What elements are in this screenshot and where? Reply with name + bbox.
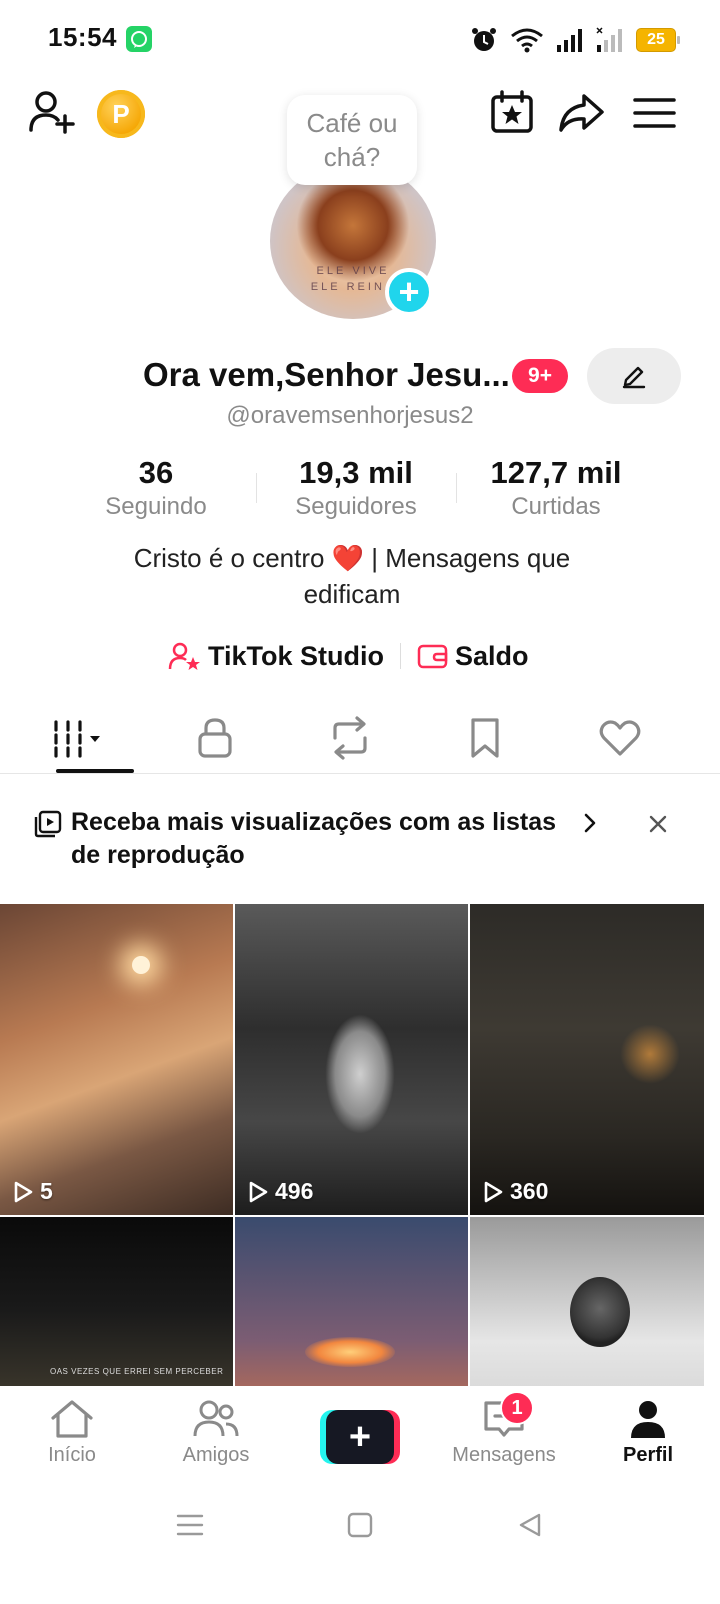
wifi-icon bbox=[511, 28, 543, 53]
signal-icon bbox=[557, 29, 582, 52]
creator-star-icon bbox=[168, 642, 200, 670]
divider bbox=[0, 773, 720, 774]
lock-icon bbox=[198, 718, 232, 758]
notification-badge[interactable]: 9+ bbox=[512, 359, 568, 393]
playlist-banner-text[interactable]: Receba mais visualizações com as listas … bbox=[71, 806, 581, 872]
friends-icon bbox=[193, 1400, 239, 1437]
profile-name: Ora vem,Senhor Jesu... bbox=[143, 356, 510, 393]
add-friend-icon[interactable] bbox=[28, 88, 78, 138]
edit-profile-button[interactable] bbox=[587, 348, 681, 404]
share-icon[interactable] bbox=[556, 88, 606, 138]
tab-liked[interactable] bbox=[570, 710, 670, 766]
menu-icon[interactable] bbox=[630, 88, 680, 138]
status-icons: 25 bbox=[470, 22, 680, 58]
calendar-star-icon[interactable] bbox=[488, 88, 538, 138]
create-button[interactable]: + bbox=[320, 1410, 400, 1464]
tab-videos[interactable] bbox=[30, 710, 130, 766]
play-icon bbox=[14, 1181, 33, 1202]
plus-icon: + bbox=[326, 1410, 394, 1464]
nav-friends[interactable]: Amigos bbox=[144, 1386, 288, 1486]
note-bubble[interactable]: Café ou chá? bbox=[287, 95, 417, 185]
tab-private[interactable] bbox=[165, 710, 265, 766]
recent-apps-icon[interactable] bbox=[175, 1511, 205, 1539]
play-icon bbox=[484, 1181, 503, 1202]
video-tile[interactable]: 5 bbox=[0, 904, 233, 1215]
stat-followers[interactable]: 19,3 mil Seguidores bbox=[256, 455, 456, 525]
signal-icon-2 bbox=[596, 27, 622, 52]
bottom-nav: Início Amigos + Mensagens Perfil bbox=[0, 1386, 720, 1486]
stat-likes[interactable]: 127,7 mil Curtidas bbox=[456, 455, 656, 525]
stat-following[interactable]: 36 Seguindo bbox=[56, 455, 256, 525]
video-tile[interactable] bbox=[470, 1217, 704, 1386]
username: @oravemsenhorjesus2 bbox=[226, 402, 474, 429]
add-avatar-button[interactable]: + bbox=[385, 268, 433, 316]
nav-profile[interactable]: Perfil bbox=[576, 1386, 720, 1486]
repost-icon bbox=[333, 716, 367, 760]
close-icon[interactable] bbox=[644, 810, 672, 838]
alarm-icon bbox=[472, 28, 496, 51]
pencil-icon bbox=[622, 366, 646, 389]
heart-icon bbox=[599, 720, 641, 756]
play-icon bbox=[249, 1181, 268, 1202]
video-tile[interactable] bbox=[235, 1217, 468, 1386]
wallet-icon bbox=[417, 644, 448, 669]
whatsapp-icon bbox=[126, 26, 152, 52]
video-tile[interactable]: 496 bbox=[235, 904, 468, 1215]
profile-icon bbox=[631, 1401, 665, 1438]
system-nav bbox=[0, 1490, 720, 1560]
balance-link[interactable]: Saldo bbox=[417, 641, 529, 672]
view-count: 496 bbox=[247, 1178, 313, 1205]
coin-icon[interactable]: P bbox=[97, 90, 145, 138]
profile-links: TikTok Studio Saldo bbox=[168, 636, 529, 676]
back-icon[interactable] bbox=[515, 1511, 545, 1539]
home-icon bbox=[51, 1400, 93, 1438]
battery-icon: 25 bbox=[636, 28, 680, 52]
tab-favorites[interactable] bbox=[435, 710, 535, 766]
videos-grid-icon bbox=[54, 720, 100, 758]
view-count: 360 bbox=[482, 1178, 548, 1205]
video-grid: 5 496 360 OAS VEZES QUE ERREI SEM PERCEB… bbox=[0, 904, 704, 1386]
tiktok-studio-link[interactable]: TikTok Studio bbox=[168, 641, 384, 672]
name-row: Ora vem,Senhor Jesu... 9+ bbox=[0, 348, 720, 404]
tab-reposts[interactable] bbox=[300, 710, 400, 766]
bookmark-icon bbox=[471, 718, 499, 758]
profile-stats: 36 Seguindo 19,3 mil Seguidores 127,7 mi… bbox=[56, 455, 656, 525]
playlist-icon bbox=[34, 810, 62, 838]
messages-badge: 1 bbox=[500, 1391, 534, 1425]
profile-tabs bbox=[30, 710, 670, 770]
video-tile[interactable]: 360 bbox=[470, 904, 704, 1215]
nav-create[interactable]: + bbox=[288, 1386, 432, 1486]
profile-bio: Cristo é o centro ❤️ | Mensagens que edi… bbox=[133, 543, 571, 609]
divider bbox=[400, 643, 402, 669]
video-tile[interactable]: OAS VEZES QUE ERREI SEM PERCEBER bbox=[0, 1217, 233, 1386]
home-button-icon[interactable] bbox=[345, 1511, 375, 1539]
status-time: 15:54 bbox=[48, 22, 117, 52]
nav-home[interactable]: Início bbox=[0, 1386, 144, 1486]
chevron-right-icon[interactable] bbox=[578, 810, 602, 836]
view-count: 5 bbox=[12, 1178, 53, 1205]
video-caption: OAS VEZES QUE ERREI SEM PERCEBER bbox=[50, 1367, 224, 1376]
